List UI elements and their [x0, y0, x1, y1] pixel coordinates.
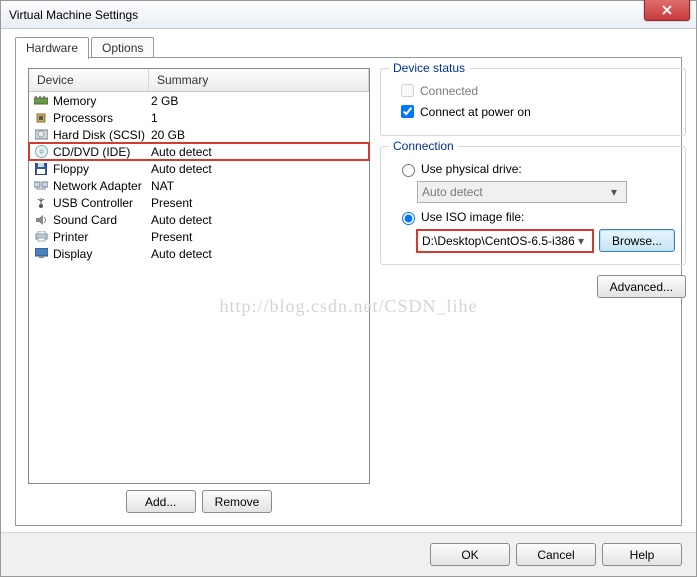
device-name: Sound Card: [53, 213, 151, 227]
dialog-footer: OK Cancel Help: [1, 532, 696, 576]
device-summary: NAT: [151, 179, 174, 193]
chevron-down-icon: ▾: [574, 234, 588, 248]
add-button[interactable]: Add...: [126, 490, 196, 513]
ok-button[interactable]: OK: [430, 543, 510, 566]
physical-drive-label: Use physical drive:: [421, 162, 522, 176]
iso-path-value: D:\Desktop\CentOS-6.5-i386-bin: [422, 234, 574, 248]
tab-options[interactable]: Options: [91, 37, 154, 59]
device-list-header: Device Summary: [29, 69, 369, 92]
device-row-cpu[interactable]: Processors1: [29, 109, 369, 126]
col-device[interactable]: Device: [29, 69, 149, 91]
browse-button[interactable]: Browse...: [599, 229, 675, 252]
device-row-net[interactable]: Network AdapterNAT: [29, 177, 369, 194]
device-name: Hard Disk (SCSI): [53, 128, 151, 142]
device-name: USB Controller: [53, 196, 151, 210]
printer-icon: [33, 230, 49, 244]
device-row-printer[interactable]: PrinterPresent: [29, 228, 369, 245]
device-summary: 20 GB: [151, 128, 185, 142]
device-row-floppy[interactable]: FloppyAuto detect: [29, 160, 369, 177]
connection-group: Connection Use physical drive: Auto dete…: [380, 146, 686, 265]
device-name: Processors: [53, 111, 151, 125]
device-row-display[interactable]: DisplayAuto detect: [29, 245, 369, 262]
tab-panel-hardware: Device Summary Memory2 GBProcessors1Hard…: [15, 57, 682, 526]
device-name: CD/DVD (IDE): [53, 145, 151, 159]
chevron-down-icon: ▾: [606, 185, 622, 199]
connected-checkbox-row[interactable]: Connected: [397, 81, 675, 100]
connection-title: Connection: [389, 139, 458, 153]
iso-label: Use ISO image file:: [421, 210, 524, 224]
connected-checkbox[interactable]: [401, 84, 414, 97]
device-name: Printer: [53, 230, 151, 244]
physical-drive-radio[interactable]: [402, 164, 415, 177]
physical-drive-value: Auto detect: [422, 185, 483, 199]
device-summary: Present: [151, 196, 192, 210]
device-name: Memory: [53, 94, 151, 108]
connected-label: Connected: [420, 84, 478, 98]
cpu-icon: [33, 111, 49, 125]
iso-radio[interactable]: [402, 212, 415, 225]
device-row-hdd[interactable]: Hard Disk (SCSI)20 GB: [29, 126, 369, 143]
device-list[interactable]: Device Summary Memory2 GBProcessors1Hard…: [28, 68, 370, 484]
cd-icon: [33, 145, 49, 159]
title-bar: Virtual Machine Settings: [1, 1, 696, 29]
net-icon: [33, 179, 49, 193]
device-row-cd[interactable]: CD/DVD (IDE)Auto detect: [29, 143, 369, 160]
device-summary: 2 GB: [151, 94, 178, 108]
device-summary: 1: [151, 111, 158, 125]
device-name: Display: [53, 247, 151, 261]
device-row-sound[interactable]: Sound CardAuto detect: [29, 211, 369, 228]
sound-icon: [33, 213, 49, 227]
device-summary: Present: [151, 230, 192, 244]
usb-icon: [33, 196, 49, 210]
floppy-icon: [33, 162, 49, 176]
poweron-label: Connect at power on: [420, 105, 531, 119]
device-summary: Auto detect: [151, 213, 212, 227]
device-row-memory[interactable]: Memory2 GB: [29, 92, 369, 109]
device-name: Network Adapter: [53, 179, 151, 193]
poweron-checkbox-row[interactable]: Connect at power on: [397, 102, 675, 121]
tab-strip: Hardware Options: [15, 37, 156, 59]
help-button[interactable]: Help: [602, 543, 682, 566]
col-summary[interactable]: Summary: [149, 69, 369, 91]
poweron-checkbox[interactable]: [401, 105, 414, 118]
physical-drive-radio-row[interactable]: Use physical drive:: [397, 161, 675, 177]
memory-icon: [33, 94, 49, 108]
hdd-icon: [33, 128, 49, 142]
device-status-title: Device status: [389, 61, 469, 75]
tab-hardware[interactable]: Hardware: [15, 37, 89, 59]
device-summary: Auto detect: [151, 247, 212, 261]
close-icon: [662, 5, 672, 15]
close-button[interactable]: [644, 0, 690, 21]
window-title: Virtual Machine Settings: [9, 8, 138, 22]
iso-radio-row[interactable]: Use ISO image file:: [397, 209, 675, 225]
advanced-button[interactable]: Advanced...: [597, 275, 686, 298]
device-status-group: Device status Connected Connect at power…: [380, 68, 686, 136]
device-name: Floppy: [53, 162, 151, 176]
device-summary: Auto detect: [151, 162, 212, 176]
display-icon: [33, 247, 49, 261]
device-row-usb[interactable]: USB ControllerPresent: [29, 194, 369, 211]
iso-path-combo[interactable]: D:\Desktop\CentOS-6.5-i386-bin ▾: [417, 230, 593, 252]
cancel-button[interactable]: Cancel: [516, 543, 596, 566]
device-summary: Auto detect: [151, 145, 212, 159]
remove-button[interactable]: Remove: [202, 490, 273, 513]
physical-drive-combo[interactable]: Auto detect ▾: [417, 181, 627, 203]
